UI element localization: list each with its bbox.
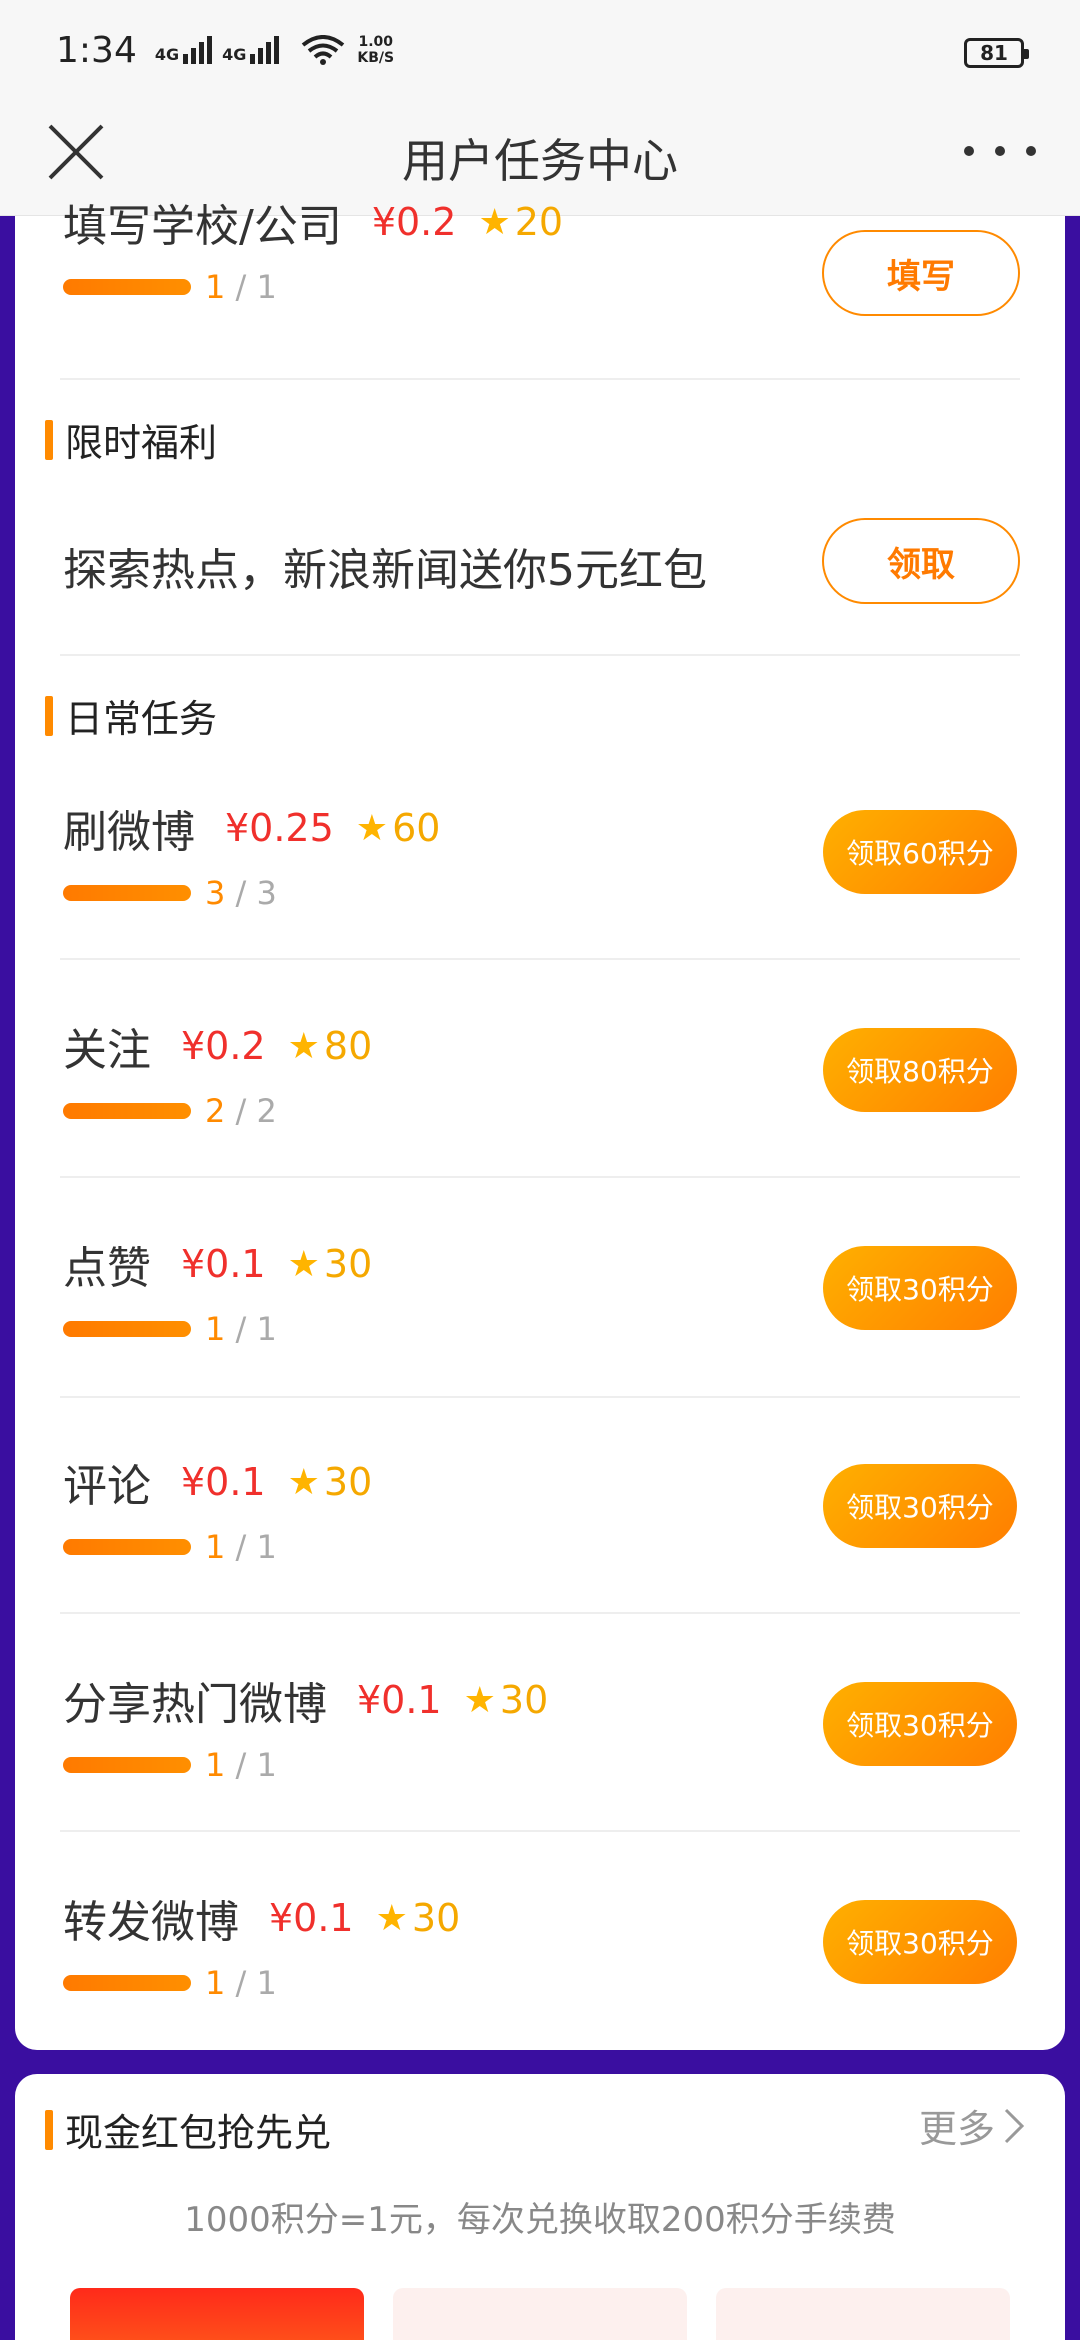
star-icon: ★: [287, 1243, 320, 1285]
progress-bar: [63, 1975, 191, 1991]
section-title-cash: 现金红包抢先兑: [45, 2102, 331, 2157]
task-money: ¥0.25: [225, 806, 334, 850]
star-icon: ★: [287, 1025, 320, 1067]
task-money: ¥0.2: [181, 1024, 266, 1068]
claim-points-button[interactable]: 领取30积分: [823, 1464, 1017, 1548]
task-progress: 1 / 1: [63, 1310, 277, 1348]
task-name: 刷微博: [63, 807, 195, 858]
progress-bar: [63, 279, 191, 295]
promo-text: 探索热点，新浪新闻送你5元红包: [63, 545, 707, 596]
progress-bar: [63, 1321, 191, 1337]
claim-button[interactable]: 领取: [822, 518, 1020, 604]
progress-bar: [63, 1103, 191, 1119]
task-name: 转发微博: [63, 1897, 239, 1948]
task-card: 填写学校/公司 ¥0.2 ★ 20 1 / 1 填写 限时福利 探索热点，新浪新…: [15, 200, 1065, 2050]
claim-points-button[interactable]: 领取30积分: [823, 1900, 1017, 1984]
task-name: 评论: [63, 1461, 151, 1512]
star-icon: ★: [478, 201, 511, 243]
task-money: ¥0.1: [181, 1460, 266, 1504]
close-icon[interactable]: [44, 120, 108, 184]
progress-bar: [63, 885, 191, 901]
status-time: 1:34: [56, 29, 137, 71]
task-progress: 2 / 2: [63, 1092, 277, 1130]
task-name: 填写学校/公司: [63, 201, 342, 252]
progress-bar: [63, 1539, 191, 1555]
signal-icon: [183, 36, 213, 64]
claim-points-button[interactable]: 领取30积分: [823, 1682, 1017, 1766]
divider: [60, 1176, 1020, 1178]
task-points: 60: [392, 806, 441, 850]
task-money: ¥0.1: [269, 1896, 354, 1940]
battery-icon: 81: [964, 38, 1029, 68]
network-speed: 1.00 KB/S: [357, 34, 395, 66]
divider: [60, 1612, 1020, 1614]
divider: [60, 1396, 1020, 1398]
task-name: 点赞: [63, 1243, 151, 1294]
wifi-icon: [302, 35, 345, 65]
divider: [60, 1830, 1020, 1832]
task-points: 30: [499, 1678, 549, 1722]
task-points: 20: [514, 200, 564, 244]
redeem-option[interactable]: [393, 2288, 687, 2340]
task-progress: 1 / 1: [63, 268, 277, 306]
task-money: ¥0.2: [371, 200, 457, 244]
progress-bar: [63, 1757, 191, 1773]
more-link[interactable]: 更多: [919, 2098, 1025, 2153]
divider: [60, 958, 1020, 960]
status-bar: 1:34 4G 4G 1.00 KB/S 81: [0, 0, 1080, 100]
divider: [60, 654, 1020, 656]
claim-points-button[interactable]: 领取60积分: [823, 810, 1017, 894]
task-progress: 3 / 3: [63, 874, 277, 912]
task-points: 80: [323, 1024, 373, 1068]
section-title-daily: 日常任务: [45, 688, 217, 743]
signal-icon: [250, 36, 280, 64]
more-menu-icon[interactable]: [964, 136, 1036, 166]
star-icon: ★: [375, 1897, 408, 1939]
star-icon: ★: [355, 807, 389, 849]
star-icon: ★: [463, 1679, 496, 1721]
task-name: 关注: [63, 1025, 151, 1076]
exchange-rule: 1000积分=1元，每次兑换收取200积分手续费: [184, 2200, 896, 2240]
task-name: 分享热门微博: [63, 1679, 327, 1730]
task-points: 30: [323, 1242, 373, 1286]
task-points: 30: [411, 1896, 461, 1940]
task-money: ¥0.1: [181, 1242, 266, 1286]
claim-points-button[interactable]: 领取80积分: [823, 1028, 1017, 1112]
task-progress: 1 / 1: [63, 1964, 277, 2002]
signal-1: 4G: [155, 36, 213, 64]
cash-redeem-card: 现金红包抢先兑 更多 1000积分=1元，每次兑换收取200积分手续费: [15, 2074, 1065, 2340]
chevron-right-icon: [1004, 2108, 1025, 2143]
claim-points-button[interactable]: 领取30积分: [823, 1246, 1017, 1330]
task-progress: 1 / 1: [63, 1746, 277, 1784]
star-icon: ★: [287, 1461, 320, 1503]
page-title: 用户任务中心: [402, 133, 678, 188]
signal-2: 4G: [222, 36, 280, 64]
task-progress: 1 / 1: [63, 1528, 277, 1566]
divider: [60, 378, 1020, 380]
redeem-option[interactable]: [716, 2288, 1010, 2340]
redeem-option[interactable]: [70, 2288, 364, 2340]
fill-in-button[interactable]: 填写: [822, 230, 1020, 316]
task-money: ¥0.1: [357, 1678, 442, 1722]
task-points: 30: [323, 1460, 373, 1504]
section-title-limited: 限时福利: [45, 412, 217, 467]
